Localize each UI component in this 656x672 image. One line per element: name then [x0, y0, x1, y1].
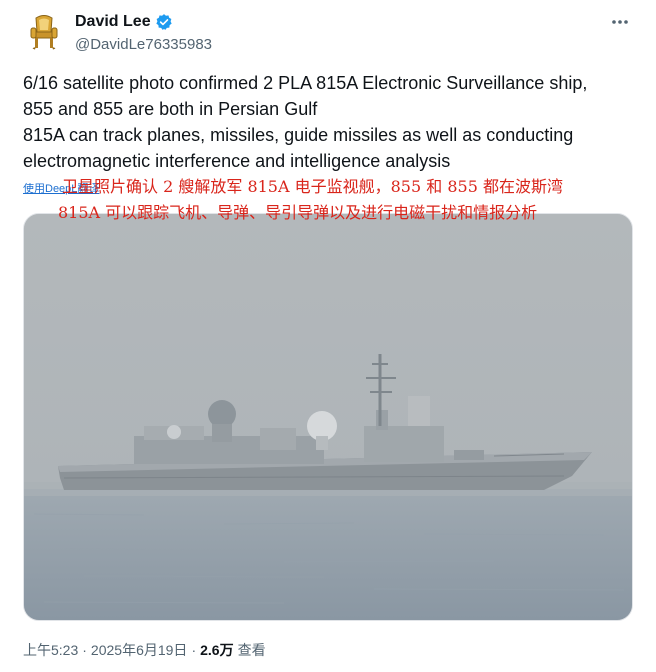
tweet-photo[interactable] — [23, 213, 633, 621]
meta-separator: · — [82, 642, 87, 658]
translation-overlay: 卫星照片确认 2 艘解放军 815A 电子监视舰，855 和 855 都在波斯湾… — [58, 174, 648, 226]
meta-separator: · — [191, 642, 197, 658]
tweet-line: 815A can track planes, missiles, guide m… — [23, 125, 574, 145]
more-options-icon[interactable] — [610, 12, 630, 37]
tweet-line: 855 and 855 are both in Persian Gulf — [23, 99, 318, 119]
tweet-meta: 上午5:23 · 2025年6月19日 · 2.6万 查看 — [23, 640, 266, 660]
avatar[interactable] — [24, 12, 64, 52]
author-name-row[interactable]: David Lee — [75, 13, 173, 31]
translation-line: 卫星照片确认 2 艘解放军 815A 电子监视舰，855 和 855 都在波斯湾 — [62, 177, 563, 196]
views-count: 2.6万 — [200, 642, 234, 658]
translation-line: 815A 可以跟踪飞机、导弹、导引导弹以及进行电磁干扰和情报分析 — [58, 203, 538, 222]
views-label: 查看 — [237, 642, 266, 658]
verified-badge-icon — [155, 13, 173, 31]
tweet-line: 6/16 satellite photo confirmed 2 PLA 815… — [23, 73, 588, 93]
author-handle[interactable]: @DavidLe76335983 — [75, 36, 212, 53]
tweet-text: 6/16 satellite photo confirmed 2 PLA 815… — [23, 70, 643, 174]
tweet-date[interactable]: 2025年6月19日 — [91, 640, 188, 660]
tweet-line: electromagnetic interference and intelli… — [23, 151, 451, 171]
author-display-name[interactable]: David Lee — [75, 13, 151, 31]
golden-throne-chair-icon — [24, 12, 64, 52]
tweet-time[interactable]: 上午5:23 — [23, 640, 78, 660]
ship-photo-image — [24, 214, 632, 620]
